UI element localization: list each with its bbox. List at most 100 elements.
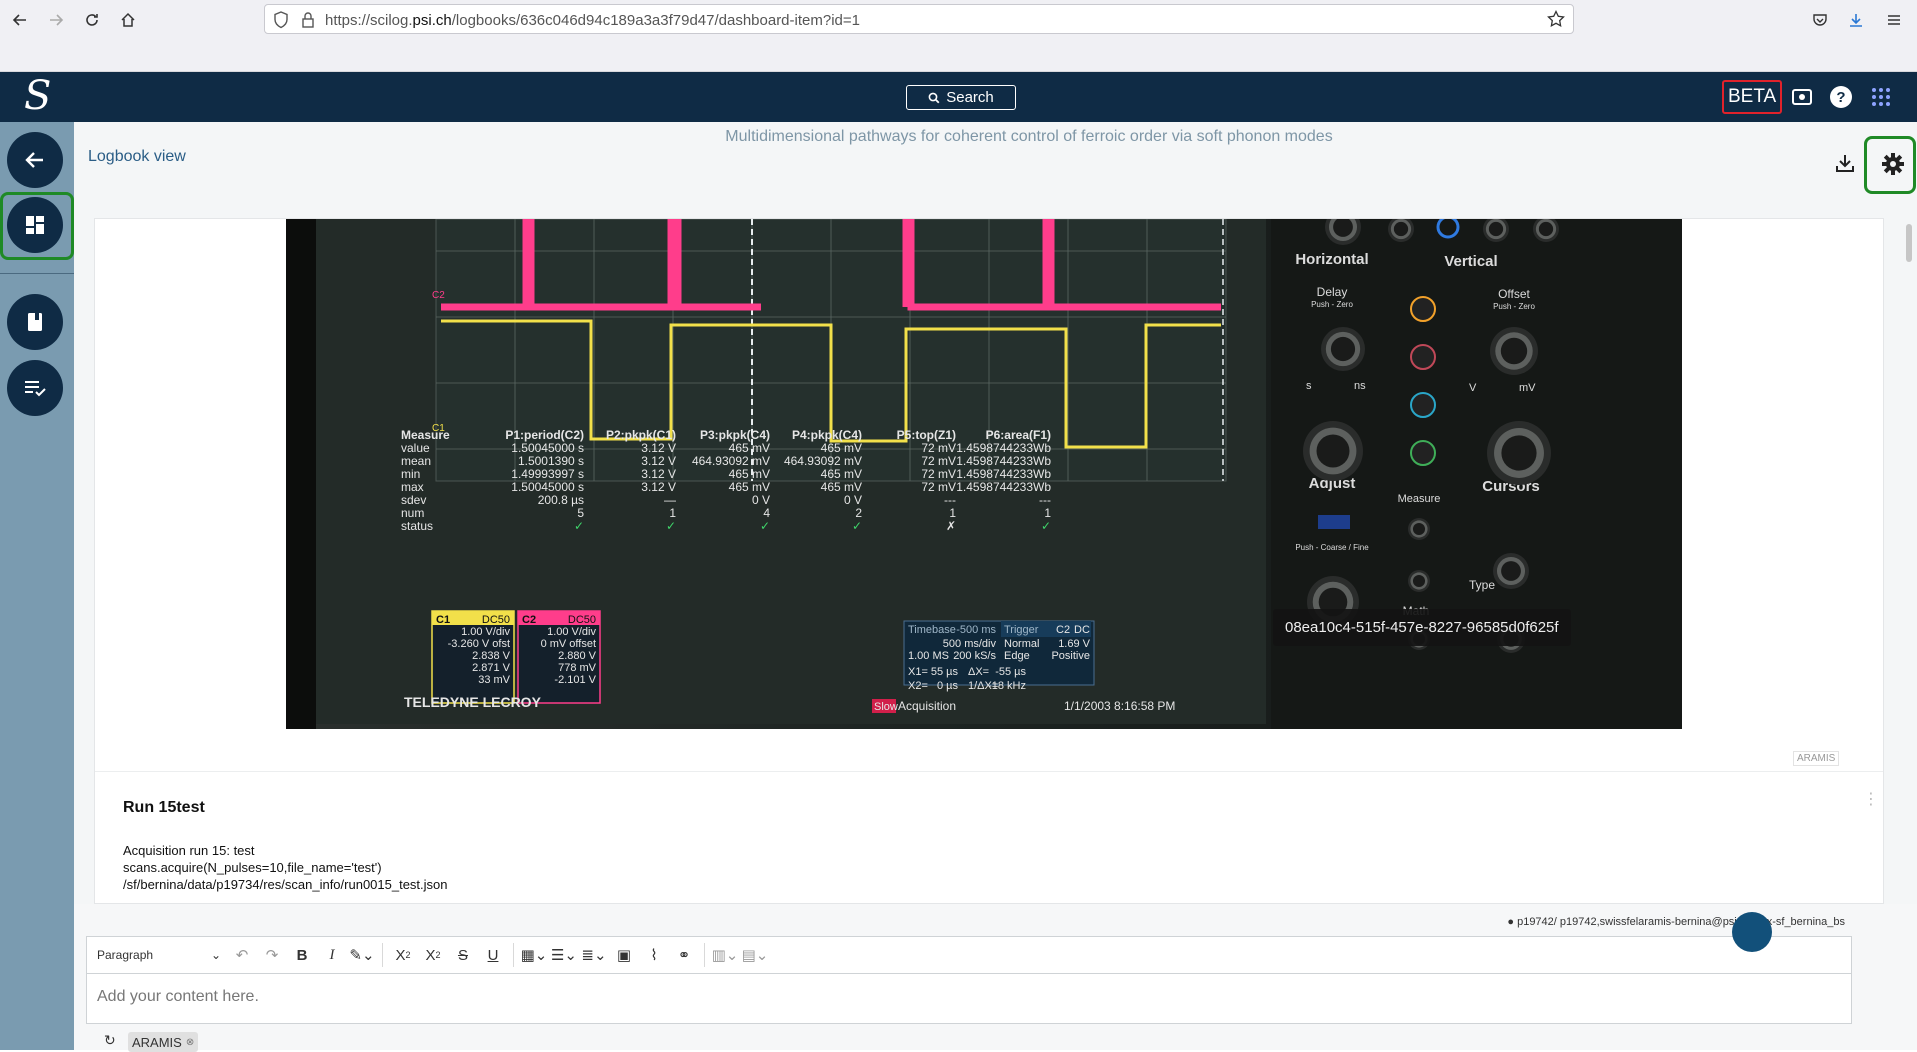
- measure-cell: 1: [1044, 506, 1051, 520]
- measure-cell: 1.4598744233Wb: [956, 454, 1051, 468]
- view-icon[interactable]: [1789, 84, 1815, 110]
- measure-header: P2:pkpk(C1): [606, 428, 676, 442]
- measure-header: Measure: [401, 428, 450, 442]
- scrollbar[interactable]: [1904, 218, 1914, 908]
- measure-cell: 5: [577, 506, 584, 520]
- measure-cell: 465 mV: [821, 480, 862, 494]
- channel-value: 1.00 V/div: [461, 626, 510, 638]
- vertical-scale-knob: [1487, 421, 1551, 485]
- bold-button[interactable]: B: [287, 940, 317, 970]
- redo-icon[interactable]: ↷: [257, 940, 287, 970]
- refresh-icon[interactable]: ↻: [104, 1032, 116, 1049]
- sidebar-item-dashboard[interactable]: [7, 197, 63, 253]
- home-icon[interactable]: [114, 6, 142, 34]
- sidebar-item-back[interactable]: [7, 132, 63, 188]
- shield-icon[interactable]: [273, 11, 289, 34]
- timebase-value: 200 kS/s: [953, 650, 996, 662]
- user-info: ● p19742/ p19742,swissfelaramis-bernina@…: [1507, 916, 1845, 928]
- cursor-value: ΔX=: [968, 666, 989, 678]
- paragraph-select-label: Paragraph: [97, 948, 154, 962]
- channel-button: [1410, 296, 1436, 322]
- trigger-source: C2: [1056, 624, 1070, 636]
- channel-coupling: DC50: [568, 614, 596, 626]
- row-icon[interactable]: ▤⌄: [740, 940, 770, 970]
- measure-cell: value: [401, 441, 430, 455]
- image-tag: ARAMIS: [1793, 751, 1840, 766]
- editor-input[interactable]: Add your content here.: [86, 974, 1852, 1024]
- measure-header: P5:top(Z1): [897, 428, 956, 442]
- search-label: Search: [946, 89, 994, 106]
- measure-cell: 1.50045000 s: [511, 441, 584, 455]
- italic-button[interactable]: I: [317, 940, 347, 970]
- sidebar-divider: [0, 273, 74, 274]
- superscript-button[interactable]: X2: [418, 940, 448, 970]
- scroll-thumb[interactable]: [1906, 224, 1912, 262]
- panel-push-zero-label: Push - Zero: [1311, 300, 1353, 309]
- measure-cell: 4: [763, 506, 770, 520]
- sidebar-item-tasks[interactable]: [7, 360, 63, 416]
- user-info-text: p19742/ p19742,swissfelaramis-bernina@ps…: [1517, 916, 1845, 928]
- panel-push-coarse-label: Push - Coarse / Fine: [1295, 543, 1369, 552]
- downloads-icon[interactable]: [1842, 6, 1870, 34]
- status-acquisition: Acquisition: [898, 699, 956, 713]
- menu-icon[interactable]: [1880, 6, 1908, 34]
- reload-icon[interactable]: [78, 6, 106, 34]
- cursor-knob: [1493, 553, 1529, 589]
- main-content: Multidimensional pathways for coherent c…: [74, 122, 1917, 1052]
- image-icon[interactable]: ▣: [609, 940, 639, 970]
- measure-cell: num: [401, 506, 424, 520]
- measure-cell: 72 mV: [921, 454, 956, 468]
- measure-cell: ✓: [852, 519, 862, 533]
- strikethrough-button[interactable]: S: [448, 940, 478, 970]
- timebase-delay: -500 ms: [956, 624, 996, 636]
- beta-badge[interactable]: BETA: [1722, 80, 1783, 114]
- sidebar-item-logbook[interactable]: [7, 294, 63, 350]
- forward-arrow-icon[interactable]: [42, 6, 70, 34]
- measure-header: P1:period(C2): [505, 428, 584, 442]
- panel-delay-label: Delay: [1317, 285, 1348, 299]
- pocket-icon[interactable]: [1806, 6, 1834, 34]
- lock-icon[interactable]: [301, 11, 315, 34]
- logbook-view-link[interactable]: Logbook view: [88, 148, 186, 166]
- download-icon[interactable]: [1834, 152, 1858, 176]
- measure-header: P6:area(F1): [986, 428, 1051, 442]
- timebase-label: Timebase: [908, 624, 956, 636]
- remove-tag-icon[interactable]: ⊗: [186, 1037, 194, 1048]
- tag-chip[interactable]: ARAMIS ⊗: [128, 1032, 199, 1052]
- search-button[interactable]: Search: [906, 85, 1016, 110]
- entry-more-icon[interactable]: ⋮: [1863, 789, 1879, 809]
- editor-area: ● p19742/ p19742,swissfelaramis-bernina@…: [74, 904, 1917, 1052]
- measure-cell: 465 mV: [729, 480, 770, 494]
- subscript-button[interactable]: X2: [388, 940, 418, 970]
- numbered-list-icon[interactable]: ☰⌄: [549, 940, 579, 970]
- channel-value: -3.260 V ofst: [448, 638, 510, 650]
- tag-chip-label: ARAMIS: [132, 1034, 182, 1050]
- measure-cell: —: [664, 493, 676, 507]
- entry-text-line: scans.acquire(N_pulses=10,file_name='tes…: [123, 860, 382, 875]
- table-icon[interactable]: ▦⌄: [519, 940, 549, 970]
- undo-icon[interactable]: ↶: [227, 940, 257, 970]
- apps-icon[interactable]: [1868, 84, 1894, 110]
- underline-button[interactable]: U: [478, 940, 508, 970]
- bulleted-list-icon[interactable]: ≣⌄: [579, 940, 609, 970]
- attachment-icon[interactable]: ⌇: [639, 940, 669, 970]
- measure-cell: 465 mV: [821, 467, 862, 481]
- chevron-down-icon: ⌄: [210, 948, 221, 962]
- scilog-logo[interactable]: S: [24, 74, 51, 118]
- back-arrow-icon[interactable]: [6, 6, 34, 34]
- help-icon[interactable]: ?: [1828, 84, 1854, 110]
- arrow-left-icon: [25, 152, 43, 168]
- measure-cell: min: [401, 467, 420, 481]
- dashboard-icon: [26, 216, 44, 234]
- column-icon[interactable]: ▥⌄: [710, 940, 740, 970]
- trigger-value: Normal: [1004, 638, 1039, 650]
- settings-gear-icon[interactable]: [1878, 149, 1908, 179]
- paragraph-select[interactable]: Paragraph ⌄: [97, 940, 227, 970]
- oscilloscope-photo[interactable]: C2 C1 Measure P1:period(C2) P2:pkpk(C1) P3:…: [286, 219, 1682, 729]
- link-icon[interactable]: ⚭: [669, 940, 699, 970]
- highlight-icon[interactable]: ✎⌄: [347, 940, 377, 970]
- bookmark-star-icon[interactable]: [1547, 9, 1565, 33]
- channel-value: -2.101 V: [554, 674, 596, 686]
- address-bar[interactable]: https://scilog.psi.ch/logbooks/636c046d9…: [264, 4, 1574, 34]
- send-button[interactable]: [1732, 912, 1772, 952]
